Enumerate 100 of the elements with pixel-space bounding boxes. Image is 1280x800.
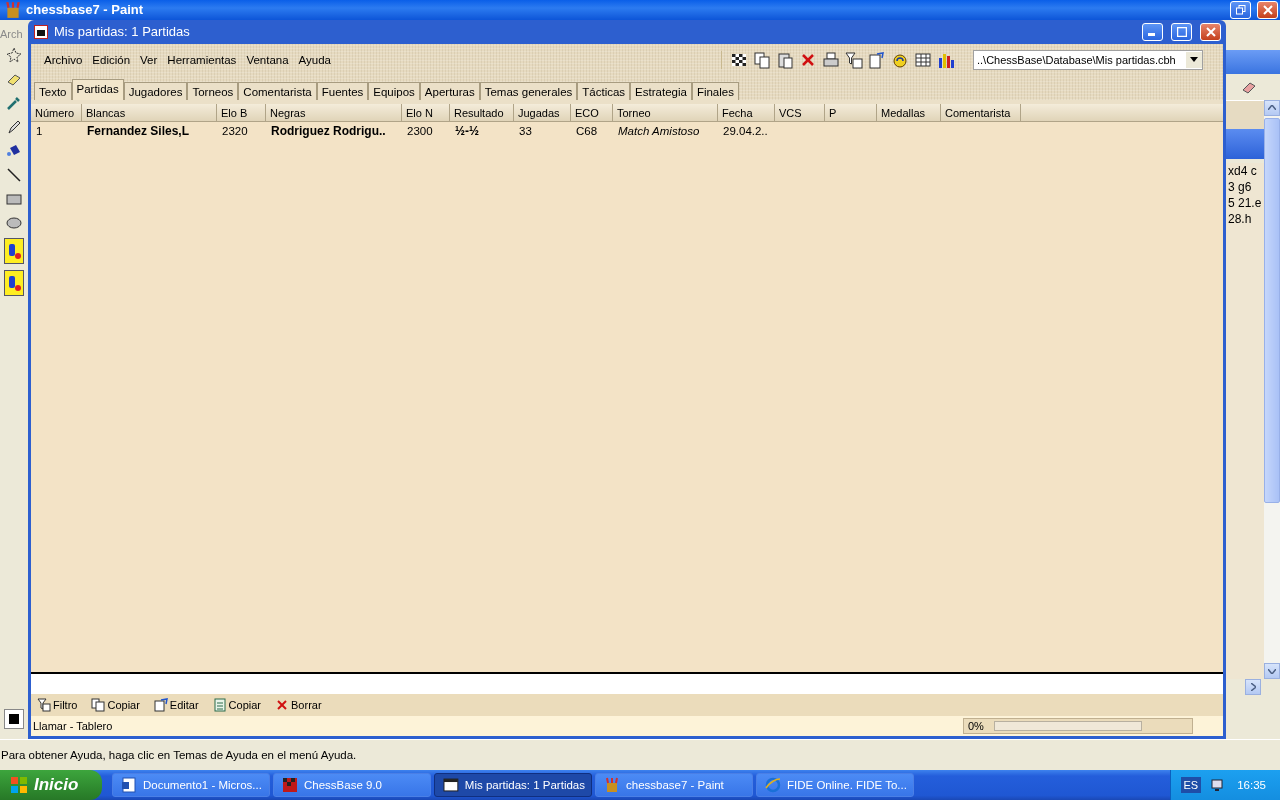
table-icon[interactable] [914,50,932,69]
maximize-button[interactable] [1171,22,1192,41]
restore-button[interactable] [1230,1,1251,19]
menu-item[interactable]: Archivo [39,53,88,66]
table-cell-text: 1 [35,124,44,137]
delete-button[interactable]: Borrar [275,698,322,713]
title-bar [1226,128,1264,159]
progress-reading: 0% [968,720,984,733]
window-title: chessbase7 - Paint [26,2,145,18]
paint-brushes-icon [4,1,22,19]
tab[interactable]: Texto [34,81,72,100]
menu-item[interactable]: Ventana [241,53,294,66]
menu-item[interactable]: Herramientas [162,53,242,66]
printer-icon[interactable] [822,50,840,69]
table-cell-text: 2300 [406,124,434,137]
scrollbar-thumb[interactable] [1264,117,1280,504]
window-icon [443,777,459,793]
taskbar-button[interactable]: ChessBase 9.0 [273,773,431,797]
paint-brushes-icon [604,777,620,793]
menu-item[interactable]: Ver [135,53,163,66]
scroll-up-button[interactable] [1264,99,1280,116]
column-header[interactable]: Resultado [450,103,514,122]
copy-icon [91,698,106,713]
tab[interactable]: Tácticas [577,81,631,100]
color-swatch[interactable] [4,709,24,730]
close-button[interactable] [1200,22,1221,41]
tool-button[interactable] [4,269,24,296]
column-header[interactable]: Comentarista [941,103,1021,122]
clipboard-button[interactable]: Copiar [212,698,261,713]
browser-icon [765,777,781,793]
table-cell-text: 33 [518,124,533,137]
table-cell-text: 29.04.2.. [722,124,769,137]
taskbar-button[interactable]: Documento1 - Micros... [112,773,270,797]
database-dropdown[interactable]: ..\ChessBase\Database\Mis partidas.cbh [973,49,1203,70]
language-indicator[interactable]: ES [1180,777,1202,793]
tab[interactable]: Finales [691,81,739,100]
status-text: Para obtener Ayuda, haga clic en Temas de Ayuda en el menú Ayuda. [1,749,357,761]
column-header[interactable]: Negras [266,103,402,122]
status-text: Llamar - Tablero [33,720,114,733]
tab[interactable]: Equipos [368,81,420,100]
column-header[interactable]: Número [31,103,82,122]
edit-button[interactable]: Editar [153,698,199,713]
table-cell-text: 2320 [221,124,249,137]
taskbar-button[interactable]: Mis partidas: 1 Partidas [434,773,592,797]
table-cell-text: Fernandez Siles,L [86,123,191,138]
dropdown-button[interactable] [1186,51,1202,68]
copy-button[interactable]: Copiar [91,698,140,713]
column-header[interactable]: Elo B [217,103,266,122]
window-title: Mis partidas: 1 Partidas [54,24,191,40]
column-header[interactable]: Torneo [613,103,718,122]
minimize-button[interactable] [1142,22,1163,41]
edit-icon[interactable] [868,50,886,69]
tab[interactable]: Temas generales [479,81,578,100]
table-cell-text: ½-½ [454,123,480,138]
window-icon [34,24,48,39]
taskbar-button[interactable]: FIDE Online. FIDE To... [756,773,914,797]
tab[interactable]: Jugadores [123,81,188,100]
filter-icon[interactable] [845,50,863,69]
menu-item[interactable]: Edición [87,53,136,66]
start-button[interactable]: Inicio [0,770,102,800]
close-icon [1205,26,1216,37]
select-icon[interactable] [5,45,23,64]
notation-text: xd4 c [1226,162,1264,179]
scroll-down-button[interactable] [1264,663,1280,680]
table-cell-text: Rodriguez Rodrigu.. [270,123,387,138]
cylinder-icon [7,273,21,292]
line-icon[interactable] [5,165,23,184]
document-icon [121,777,137,793]
tab[interactable]: Fuentes [316,81,369,100]
clock: 16:35 [1237,779,1266,791]
tab[interactable]: Aperturas [419,81,480,100]
column-header[interactable]: Medallas [877,103,941,122]
copy-icon[interactable] [753,50,771,69]
tab[interactable]: Partidas [71,78,124,100]
column-header[interactable]: Blancas [82,103,217,122]
toolbar-background [1226,49,1280,74]
column-header[interactable]: Elo N [402,103,450,122]
tool-button[interactable] [4,237,24,264]
column-header[interactable]: ECO [571,103,613,122]
windows-logo-icon [10,776,28,794]
taskbar-button[interactable]: chessbase7 - Paint [595,773,753,797]
menu-item[interactable]: Ayuda [293,53,336,66]
clipboard-icon [212,698,227,713]
column-header[interactable]: Jugadas [514,103,571,122]
column-header[interactable]: P [825,103,877,122]
paste-icon[interactable] [776,50,794,69]
dropdown-arrow-icon [1190,57,1198,63]
tab[interactable]: Estrategia [630,81,692,100]
scroll-right-button[interactable] [1245,679,1261,696]
checkered-flag-icon [282,777,298,793]
table-cell-text: C68 [575,124,599,137]
close-button[interactable] [1257,1,1278,19]
column-header[interactable]: VCS [775,103,825,122]
maximize-icon [1176,26,1187,37]
tab[interactable]: Torneos [187,81,239,100]
cylinder-icon [7,241,21,260]
column-header[interactable]: Fecha [718,103,775,122]
table-cell-text: Match Amistoso [617,124,701,137]
tab[interactable]: Comentarista [238,81,317,100]
filter-button[interactable]: Filtro [37,698,78,713]
